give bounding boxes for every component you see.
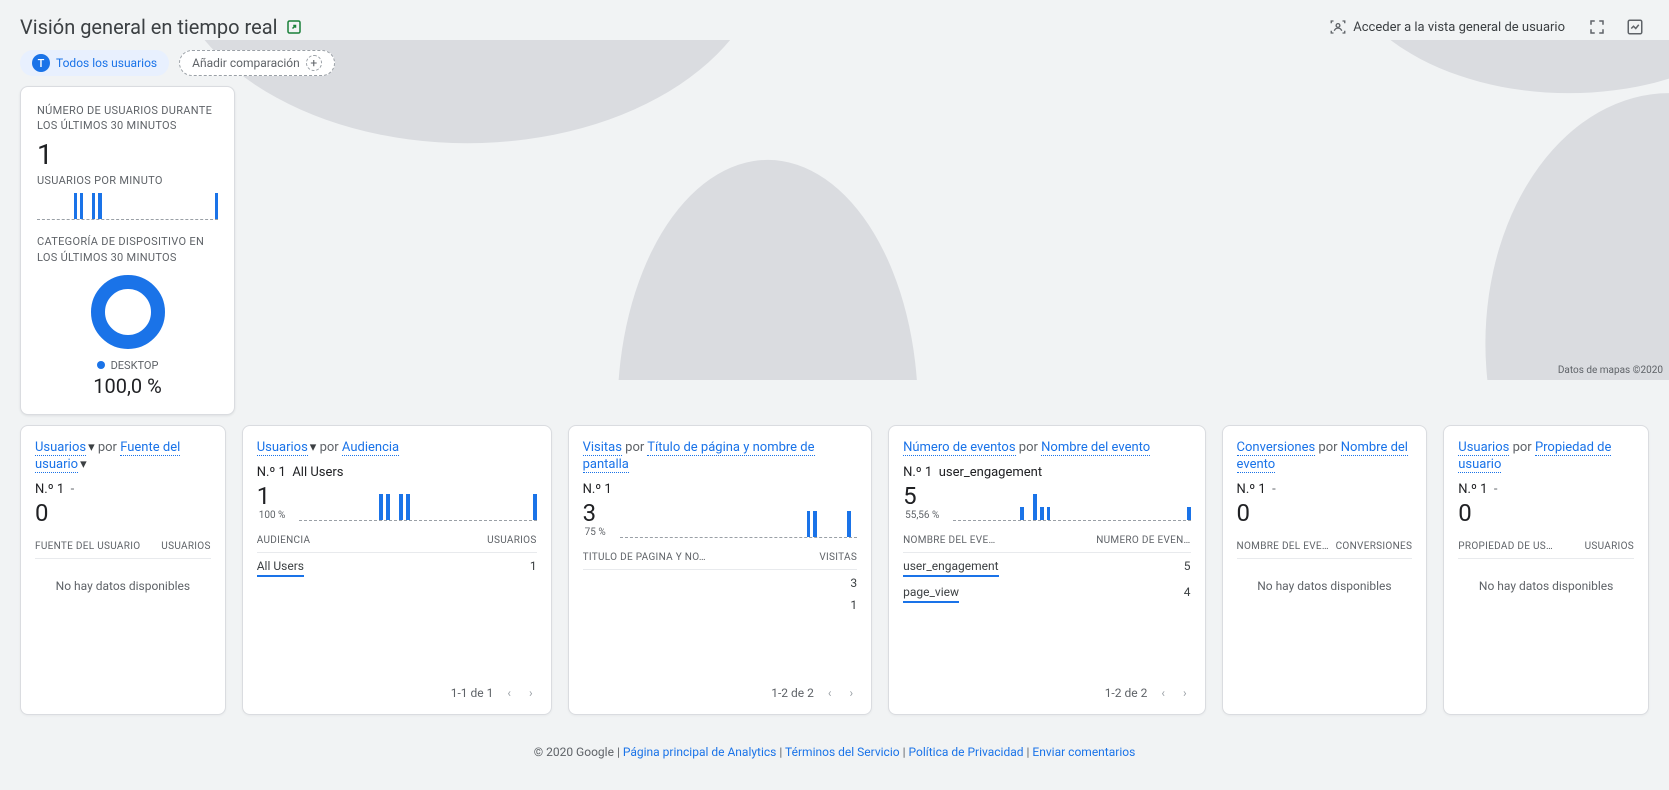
metric-card-2: Visitas por Título de página y nombre de… xyxy=(568,425,873,715)
metric-card-0: Usuarios▾ por Fuente del usuario▾ N.º 1 -… xyxy=(20,425,226,715)
metric-card-3: Número de eventos por Nombre del eventoN… xyxy=(888,425,1205,715)
pager: 1-2 de 2 ‹ › xyxy=(903,682,1190,704)
metric-title-link[interactable]: Usuarios xyxy=(257,440,308,456)
users-per-minute-label: USUARIOS POR MINUTO xyxy=(37,173,218,188)
users-per-minute-chart xyxy=(37,192,218,220)
rank-row: N.º 1 xyxy=(583,482,858,497)
metric-title-link[interactable]: Conversiones xyxy=(1237,440,1316,456)
pager-label: 1-2 de 2 xyxy=(771,686,814,700)
rank-row: N.º 1 user_engagement xyxy=(903,465,1190,480)
no-data-message: No hay datos disponibles xyxy=(1237,579,1413,593)
metric-value: 0 xyxy=(35,499,49,527)
pager: 1-1 de 1 ‹ › xyxy=(257,682,537,704)
metric-value: 1 xyxy=(257,482,286,510)
metric-subvalue: 100 % xyxy=(257,510,286,521)
table-header: TÍTULO DE PÁGINA Y NO…VISITAS xyxy=(583,552,858,570)
metric-dimension-link[interactable]: Nombre del evento xyxy=(1041,440,1150,456)
fullscreen-icon[interactable] xyxy=(1583,13,1611,41)
metric-title-link[interactable]: Usuarios xyxy=(1458,440,1509,456)
footer-link-privacy[interactable]: Política de Privacidad xyxy=(909,745,1024,759)
metric-card-1: Usuarios▾ por AudienciaN.º 1 All Users11… xyxy=(242,425,552,715)
metric-subvalue: 55,56 % xyxy=(903,510,939,521)
chevron-right-icon[interactable]: › xyxy=(1179,682,1191,704)
chip-add-comparison[interactable]: Añadir comparación + xyxy=(179,50,335,76)
chevron-down-icon[interactable]: ▾ xyxy=(88,440,95,457)
pager-label: 1-2 de 2 xyxy=(1105,686,1148,700)
metric-subvalue: 75 % xyxy=(583,527,606,538)
user-scan-icon xyxy=(1329,18,1347,36)
rank-row: N.º 1 All Users xyxy=(257,465,537,480)
table-header: FUENTE DEL USUARIOUSUARIOS xyxy=(35,541,211,559)
table-header: NOMBRE DEL EVE…CONVERSIONES xyxy=(1237,541,1413,559)
summary-card: NÚMERO DE USUARIOS DURANTE LOS ÚLTIMOS 3… xyxy=(20,86,235,415)
chevron-down-icon[interactable]: ▾ xyxy=(80,457,87,474)
footer-copyright: © 2020 Google xyxy=(534,745,614,759)
table-header: NOMBRE DEL EVE…NÚMERO DE EVEN… xyxy=(903,535,1190,553)
table-row[interactable]: All Users1 xyxy=(257,553,537,579)
metric-title: Usuarios▾ por Fuente del usuario▾ xyxy=(35,440,211,474)
chip-all-users[interactable]: T Todos los usuarios xyxy=(20,50,169,76)
metric-title: Visitas por Título de página y nombre de… xyxy=(583,440,858,474)
mini-sparkline xyxy=(620,508,857,538)
device-legend: DESKTOP xyxy=(111,359,159,372)
metric-title-link[interactable]: Usuarios xyxy=(35,440,86,456)
open-external-icon[interactable] xyxy=(285,18,303,36)
metric-title-link[interactable]: Número de eventos xyxy=(903,440,1015,456)
chip-add-comparison-label: Añadir comparación xyxy=(192,56,300,70)
chip-badge-icon: T xyxy=(32,54,50,72)
metric-value: 0 xyxy=(1458,499,1472,527)
device-pct: 100,0 % xyxy=(93,374,162,398)
footer: © 2020 Google | Página principal de Anal… xyxy=(0,715,1669,779)
metric-dimension-link[interactable]: Audiencia xyxy=(342,440,399,456)
chevron-right-icon[interactable]: › xyxy=(525,682,537,704)
chevron-left-icon[interactable]: ‹ xyxy=(1157,682,1169,704)
user-view-label: Acceder a la vista general de usuario xyxy=(1353,20,1565,35)
table-row[interactable]: user_engagement5 xyxy=(903,553,1190,579)
chevron-down-icon[interactable]: ▾ xyxy=(310,440,317,457)
footer-link-terms[interactable]: Términos del Servicio xyxy=(785,745,900,759)
table-header: AUDIENCIAUSUARIOS xyxy=(257,535,537,553)
table-row[interactable]: 3 xyxy=(583,570,858,592)
metric-value: 5 xyxy=(903,482,939,510)
no-data-message: No hay datos disponibles xyxy=(1458,579,1634,593)
metric-value: 0 xyxy=(1237,499,1251,527)
device-donut-chart xyxy=(91,275,165,349)
table-row[interactable]: page_view4 xyxy=(903,579,1190,605)
footer-link-feedback[interactable]: Enviar comentarios xyxy=(1032,745,1135,759)
chevron-left-icon[interactable]: ‹ xyxy=(503,682,515,704)
user-view-button[interactable]: Acceder a la vista general de usuario xyxy=(1321,12,1573,42)
table-header: PROPIEDAD DE US…USUARIOS xyxy=(1458,541,1634,559)
insights-icon[interactable] xyxy=(1621,13,1649,41)
rank-row: N.º 1 - xyxy=(35,482,211,497)
metric-title: Usuarios por Propiedad de usuario xyxy=(1458,440,1634,474)
users-30-label: NÚMERO DE USUARIOS DURANTE LOS ÚLTIMOS 3… xyxy=(37,103,218,134)
page-title: Visión general en tiempo real xyxy=(20,15,277,39)
rank-row: N.º 1 - xyxy=(1237,482,1413,497)
users-30-value: 1 xyxy=(37,138,218,171)
plus-icon: + xyxy=(306,55,322,71)
metric-card-4: Conversiones por Nombre del evento N.º 1 … xyxy=(1222,425,1428,715)
metric-title: Usuarios▾ por Audiencia xyxy=(257,440,537,457)
device-category-label: CATEGORÍA DE DISPOSITIVO EN LOS ÚLTIMOS … xyxy=(37,234,218,265)
chevron-left-icon[interactable]: ‹ xyxy=(824,682,836,704)
rank-row: N.º 1 - xyxy=(1458,482,1634,497)
mini-sparkline xyxy=(953,491,1190,521)
metric-title: Número de eventos por Nombre del evento xyxy=(903,440,1190,457)
legend-dot-icon xyxy=(97,361,105,369)
pager-label: 1-1 de 1 xyxy=(451,686,494,700)
metric-card-5: Usuarios por Propiedad de usuario N.º 1 -… xyxy=(1443,425,1649,715)
metric-title-link[interactable]: Visitas xyxy=(583,440,622,456)
metric-title: Conversiones por Nombre del evento xyxy=(1237,440,1413,474)
pager: 1-2 de 2 ‹ › xyxy=(583,682,858,704)
no-data-message: No hay datos disponibles xyxy=(35,579,211,593)
mini-sparkline xyxy=(299,491,536,521)
chevron-right-icon[interactable]: › xyxy=(845,682,857,704)
metric-value: 3 xyxy=(583,499,606,527)
chip-all-users-label: Todos los usuarios xyxy=(56,56,157,70)
footer-link-analytics[interactable]: Página principal de Analytics xyxy=(623,745,777,759)
table-row[interactable]: 1 xyxy=(583,592,858,614)
